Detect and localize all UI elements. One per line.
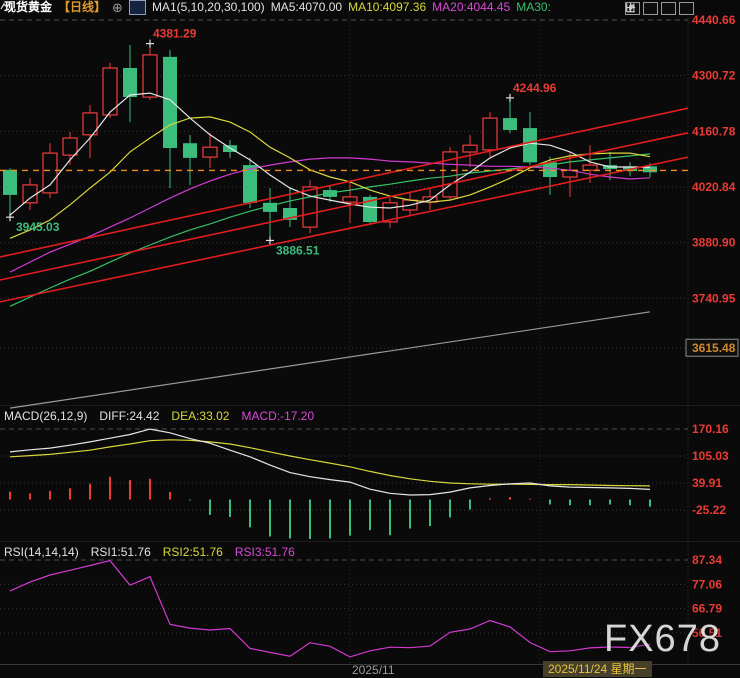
macd-diff-value: DIFF:24.42	[99, 409, 160, 423]
line-chart-icon[interactable]	[0, 0, 146, 15]
axis-fit-button[interactable]	[626, 2, 658, 15]
axis-month-label[interactable]: 2025/11	[352, 663, 395, 677]
svg-text:4440.66: 4440.66	[692, 13, 736, 27]
svg-text:66.79: 66.79	[692, 602, 722, 616]
svg-text:3945.03: 3945.03	[16, 220, 60, 234]
ma5-value-label: MA5:4070.00	[270, 0, 343, 14]
svg-text:3615.48: 3615.48	[692, 341, 736, 355]
macd-dea-value: DEA:33.02	[171, 409, 230, 423]
svg-text:4160.78: 4160.78	[692, 124, 736, 138]
rsi1-value: RSI1:51.76	[90, 545, 151, 559]
svg-text:3886.51: 3886.51	[276, 243, 320, 257]
svg-text:87.34: 87.34	[692, 553, 722, 567]
svg-text:105.03: 105.03	[692, 449, 729, 463]
circle-plus-icon[interactable]: ⊕	[112, 0, 123, 15]
ma-settings-label: MA1(5,10,20,30,100)	[151, 0, 265, 14]
chart-toolbar	[625, 2, 694, 15]
svg-text:39.91: 39.91	[692, 476, 722, 490]
macd-hist-value: MACD:-17.20	[241, 409, 315, 423]
play-step-button[interactable]	[626, 2, 676, 15]
ma30-value-label: MA30:	[516, 0, 551, 14]
svg-text:3880.90: 3880.90	[692, 236, 736, 250]
ma10-value-label: MA10:4097.36	[348, 0, 427, 14]
svg-text:4381.29: 4381.29	[153, 27, 197, 41]
svg-text:4020.84: 4020.84	[692, 180, 736, 194]
rsi3-value: RSI3:51.76	[234, 545, 295, 559]
fx678-watermark: FX678	[604, 618, 721, 660]
rsi-indicator-labels: RSI(14,14,14) RSI1:51.76 RSI2:51.76 RSI3…	[4, 545, 295, 559]
svg-text:77.06: 77.06	[692, 577, 722, 591]
svg-text:170.16: 170.16	[692, 422, 729, 436]
rsi2-value: RSI2:51.76	[162, 545, 223, 559]
candlestick-chart-canvas[interactable]: 4440.66 4300.72 4160.78 4020.84 3880.90 3740.…	[0, 0, 740, 678]
macd-indicator-labels: MACD(26,12,9) DIFF:24.42 DEA:33.02 MACD:…	[4, 409, 314, 423]
svg-text:4300.72: 4300.72	[692, 69, 736, 83]
ma20-value-label: MA20:4044.45	[432, 0, 511, 14]
axis-current-date-label[interactable]: 2025/11/24 星期一	[543, 661, 652, 677]
rsi-title: RSI(14,14,14)	[4, 545, 79, 559]
jump-latest-button[interactable]	[626, 2, 694, 15]
svg-text:3740.95: 3740.95	[692, 291, 736, 305]
svg-text:-25.22: -25.22	[692, 503, 726, 517]
macd-title: MACD(26,12,9)	[4, 409, 88, 423]
timeframe-label[interactable]: 【日线】	[58, 0, 106, 15]
trading-chart-app: 4440.66 4300.72 4160.78 4020.84 3880.90 3740.…	[0, 0, 740, 678]
svg-text:4244.96: 4244.96	[513, 81, 557, 95]
